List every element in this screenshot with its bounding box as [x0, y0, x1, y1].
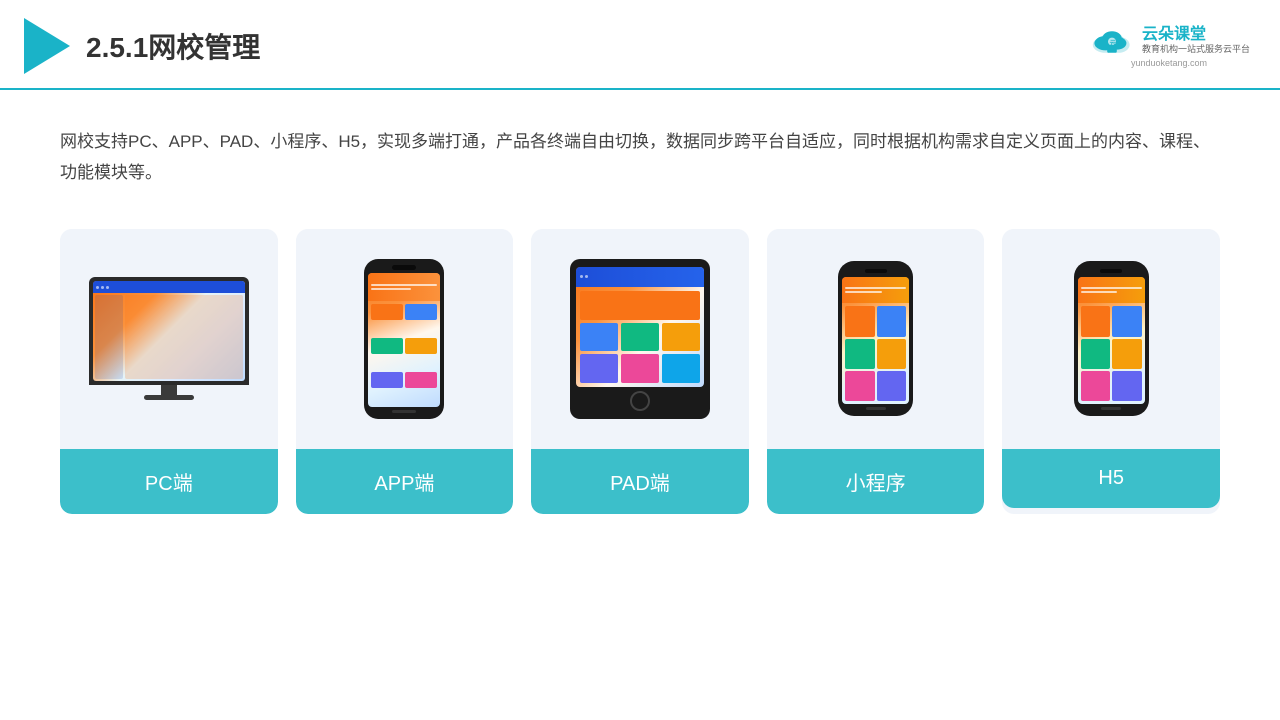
brand-slogan: 教育机构一站式服务云平台 [1142, 44, 1250, 55]
t-item2 [621, 323, 659, 352]
cards-container: PC端 [60, 229, 1220, 514]
phone-mockup [364, 259, 444, 419]
svg-text:云: 云 [1110, 39, 1117, 47]
h5-label: H5 [1002, 449, 1220, 508]
miniprogram-label: 小程序 [767, 449, 985, 514]
mini-bottom1 [866, 407, 886, 410]
pc-card: PC端 [60, 229, 278, 514]
mini-phone-mockup2 [1074, 261, 1149, 416]
mini-screen2 [1078, 277, 1145, 404]
monitor-stand-base [144, 395, 194, 400]
brand-logo: 云 云朵课堂 教育机构一站式服务云平台 [1088, 24, 1250, 56]
grid-item4 [405, 338, 437, 354]
monitor-stand-top [161, 385, 177, 395]
main-content: 网校支持PC、APP、PAD、小程序、H5，实现多端打通，产品各终端自由切换，数… [0, 90, 1280, 544]
t-item6 [662, 354, 700, 383]
h5-image-area [1002, 229, 1220, 449]
miniprogram-image-area [767, 229, 985, 449]
brand-text: 云朵课堂 教育机构一站式服务云平台 [1142, 25, 1250, 55]
t-item1 [580, 323, 618, 352]
mb-item4 [877, 339, 907, 369]
mini-body1 [842, 303, 909, 404]
grid-item6 [405, 372, 437, 388]
h5-card: H5 [1002, 229, 1220, 514]
screen-main [125, 295, 243, 379]
brand-url: yunduoketang.com [1131, 58, 1207, 68]
grid-item5 [371, 372, 403, 388]
phone-screen [368, 273, 440, 407]
t-item3 [662, 323, 700, 352]
t-item4 [580, 354, 618, 383]
pad-image-area [531, 229, 749, 449]
screen-topbar [93, 281, 245, 293]
mini-notch1 [865, 269, 887, 273]
header: 2.5.1网校管理 云 云朵课堂 教育机构一站式服务云平台 yunduoketa [0, 0, 1280, 90]
mb-item5 [845, 371, 875, 401]
grid-item1 [371, 304, 403, 320]
mh2-line1 [1081, 287, 1142, 289]
grid-item3 [371, 338, 403, 354]
pc-mockup [89, 277, 249, 400]
mb2-item2 [1112, 306, 1142, 336]
screen-sidebar [95, 295, 123, 379]
pad-label: PAD端 [531, 449, 749, 514]
tablet-mockup [570, 259, 710, 419]
tablet-banner [580, 291, 700, 320]
mini-screen1 [842, 277, 909, 404]
mb2-item4 [1112, 339, 1142, 369]
logo-triangle-icon [24, 18, 70, 74]
brand-name: 云朵课堂 [1142, 25, 1250, 44]
t-dot2 [585, 275, 588, 278]
mh-line2 [845, 291, 882, 293]
mini-header1 [842, 277, 909, 303]
screen-body [93, 293, 245, 381]
mb2-item6 [1112, 371, 1142, 401]
mini-body2 [1078, 303, 1145, 404]
mb2-item5 [1081, 371, 1111, 401]
phone-screen-top [368, 273, 440, 301]
mini-bottom2 [1101, 407, 1121, 410]
tablet-screen [576, 267, 704, 387]
brand-section: 云 云朵课堂 教育机构一站式服务云平台 yunduoketang.com [1088, 24, 1250, 68]
monitor-body [89, 277, 249, 385]
mb2-item1 [1081, 306, 1111, 336]
t-item5 [621, 354, 659, 383]
app-label: APP端 [296, 449, 514, 514]
phone-grid [368, 301, 440, 407]
pc-image-area [60, 229, 278, 449]
mini-phone-mockup1 [838, 261, 913, 416]
phone-bottom-bar [392, 410, 416, 413]
mini-header2 [1078, 277, 1145, 303]
mb-item1 [845, 306, 875, 336]
monitor-screen [93, 281, 245, 381]
phone-line1 [371, 284, 437, 286]
phone-notch [392, 265, 416, 270]
mb-item2 [877, 306, 907, 336]
t-dot1 [580, 275, 583, 278]
pad-card: PAD端 [531, 229, 749, 514]
mh-line1 [845, 287, 906, 289]
pc-label: PC端 [60, 449, 278, 514]
grid-item2 [405, 304, 437, 320]
description-text: 网校支持PC、APP、PAD、小程序、H5，实现多端打通，产品各终端自由切换，数… [60, 126, 1220, 189]
header-left: 2.5.1网校管理 [24, 18, 260, 74]
mb2-item3 [1081, 339, 1111, 369]
dot2 [101, 286, 104, 289]
tablet-top-row [576, 267, 704, 287]
page-title: 2.5.1网校管理 [86, 26, 260, 66]
tablet-content [576, 287, 704, 387]
mb-item3 [845, 339, 875, 369]
miniprogram-card: 小程序 [767, 229, 985, 514]
app-card: APP端 [296, 229, 514, 514]
dot3 [106, 286, 109, 289]
tablet-home-button [630, 391, 650, 411]
dot1 [96, 286, 99, 289]
mb-item6 [877, 371, 907, 401]
phone-line2 [371, 288, 411, 290]
cloud-logo-icon: 云 [1088, 24, 1136, 56]
mh2-line2 [1081, 291, 1118, 293]
mini-notch2 [1100, 269, 1122, 273]
app-image-area [296, 229, 514, 449]
